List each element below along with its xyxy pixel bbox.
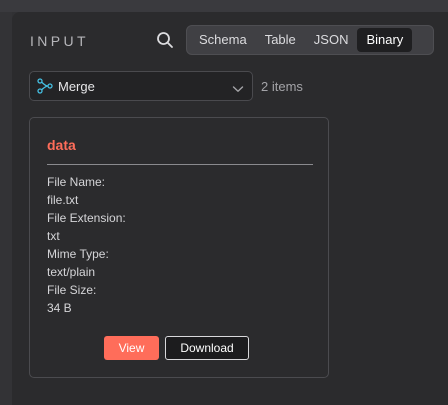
file-extension-label: File Extension:: [47, 211, 126, 225]
download-button[interactable]: Download: [165, 336, 249, 360]
mime-type-value: text/plain: [47, 265, 96, 279]
file-name-value: file.txt: [47, 193, 79, 207]
tab-json[interactable]: JSON: [305, 28, 358, 52]
file-size-value: 34 B: [47, 301, 72, 315]
merge-node-icon: [37, 78, 53, 94]
mime-type-label: Mime Type:: [47, 247, 109, 261]
input-node-select[interactable]: Merge: [29, 71, 253, 101]
ndv-frame: INPUT Schema Table JSON Binary Merge 2 i…: [0, 0, 448, 405]
chevron-down-icon: [232, 81, 244, 92]
input-node-name: Merge: [58, 79, 95, 94]
tab-binary[interactable]: Binary: [357, 28, 413, 52]
binary-data-card: data File Name: file.txt File Extension:…: [29, 117, 329, 378]
top-edge: [0, 0, 448, 12]
file-extension-value: txt: [47, 229, 60, 243]
tab-schema[interactable]: Schema: [190, 28, 256, 52]
search-icon[interactable]: [156, 31, 174, 49]
view-button[interactable]: View: [104, 336, 159, 360]
file-size-label: File Size:: [47, 283, 97, 297]
panel-title: INPUT: [30, 33, 89, 49]
tab-table[interactable]: Table: [256, 28, 305, 52]
display-mode-tabs: Schema Table JSON Binary: [186, 25, 434, 55]
binary-property-name: data: [47, 137, 76, 153]
file-name-label: File Name:: [47, 175, 106, 189]
divider: [47, 164, 313, 165]
item-count: 2 items: [261, 79, 303, 94]
left-edge: [0, 12, 12, 405]
